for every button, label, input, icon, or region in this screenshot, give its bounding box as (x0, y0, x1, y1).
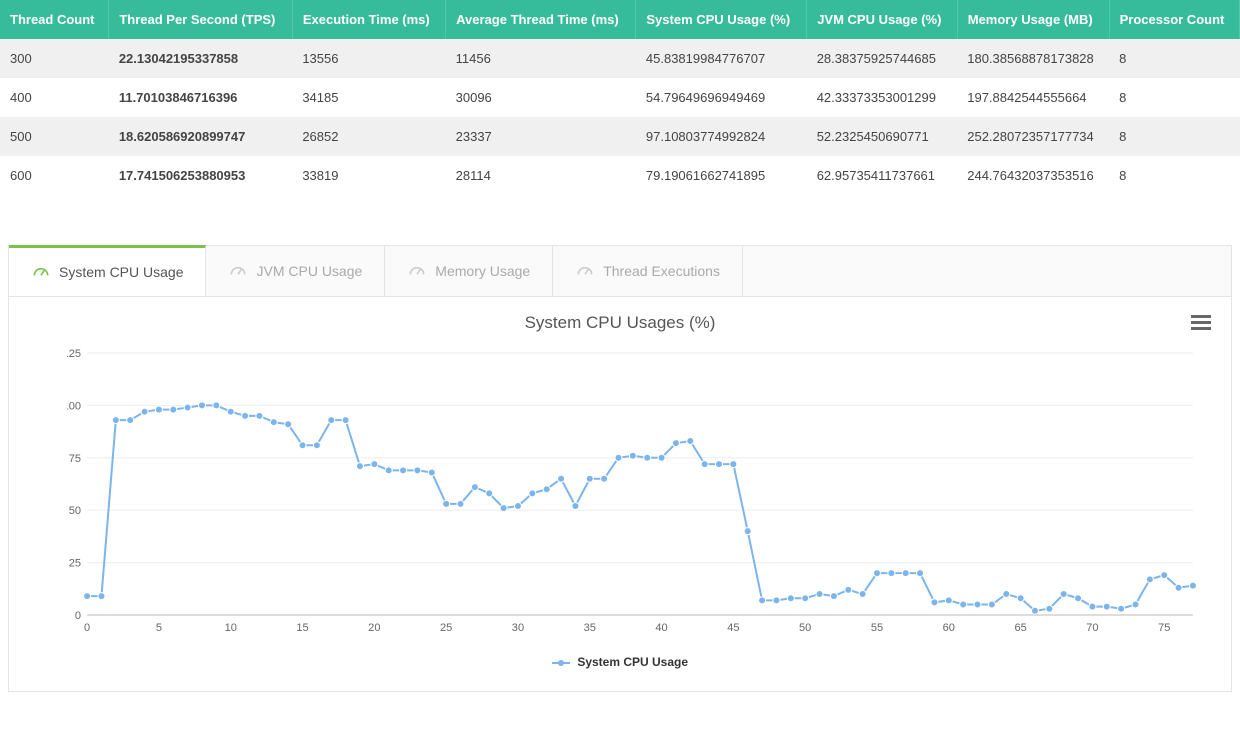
memory-cell: 244.76432037353516 (957, 156, 1109, 195)
sys-cpu-cell: 54.79649696949469 (636, 78, 807, 117)
tab-system-cpu-usage[interactable]: System CPU Usage (9, 245, 206, 296)
proc-count-cell: 8 (1109, 78, 1239, 117)
svg-text:30: 30 (512, 622, 524, 634)
memory-cell: 180.38568878173828 (957, 39, 1109, 78)
table-row: 60017.741506253880953338192811479.190616… (0, 156, 1240, 195)
performance-table: Thread CountThread Per Second (TPS)Execu… (0, 0, 1240, 195)
jvm-cpu-cell: 42.33373353001299 (807, 78, 958, 117)
legend-swatch (552, 662, 570, 664)
tab-memory-usage[interactable]: Memory Usage (385, 246, 553, 296)
svg-text:0: 0 (84, 622, 90, 634)
thread-count-link[interactable]: 300 (0, 39, 109, 78)
svg-text:10: 10 (225, 622, 237, 634)
sys-cpu-cell: 97.10803774992824 (636, 117, 807, 156)
table-row: 50018.620586920899747268522333797.108037… (0, 117, 1240, 156)
avg-time-cell: 23337 (446, 117, 636, 156)
thread-count-link[interactable]: 600 (0, 156, 109, 195)
proc-count-cell: 8 (1109, 39, 1239, 78)
legend-label: System CPU Usage (577, 655, 688, 669)
proc-count-cell: 8 (1109, 117, 1239, 156)
table-body: 30022.13042195337858135561145645.8381998… (0, 39, 1240, 195)
jvm-cpu-cell: 28.38375925744685 (807, 39, 958, 78)
gauge-icon (575, 261, 595, 281)
column-header[interactable]: Memory Usage (MB) (957, 0, 1109, 39)
jvm-cpu-cell: 62.95735411737661 (807, 156, 958, 195)
sys-cpu-cell: 79.19061662741895 (636, 156, 807, 195)
gauge-icon (228, 261, 248, 281)
svg-text:60: 60 (943, 622, 955, 634)
svg-text:25: 25 (440, 622, 452, 634)
avg-time-cell: 30096 (446, 78, 636, 117)
column-header[interactable]: Thread Per Second (TPS) (109, 0, 293, 39)
column-header[interactable]: Processor Count (1109, 0, 1239, 39)
svg-text:100: 100 (67, 400, 81, 412)
table-row: 40011.70103846716396341853009654.7964969… (0, 78, 1240, 117)
avg-time-cell: 28114 (446, 156, 636, 195)
exec-time-cell: 13556 (292, 39, 445, 78)
sys-cpu-cell: 45.83819984776707 (636, 39, 807, 78)
chart-menu-icon[interactable] (1191, 315, 1211, 331)
chart-plot: 0 25 50 75 100 125 0 5 10 15 20 25 30 35 40 45 50 55 60 65 7… (67, 343, 1203, 643)
chart-area: System CPU Usages (%) 0 25 50 75 100 125 0 5 10 1… (9, 297, 1231, 691)
tab-thread-executions[interactable]: Thread Executions (553, 246, 743, 296)
proc-count-cell: 8 (1109, 156, 1239, 195)
thread-count-link[interactable]: 400 (0, 78, 109, 117)
tps-cell: 22.13042195337858 (109, 39, 293, 78)
tps-cell: 18.620586920899747 (109, 117, 293, 156)
chart-panel: System CPU Usage JVM CPU Usage Memory Usag… (8, 245, 1232, 692)
tab-label: System CPU Usage (59, 264, 183, 280)
exec-time-cell: 34185 (292, 78, 445, 117)
chart-legend: System CPU Usage (27, 655, 1213, 669)
svg-text:65: 65 (1014, 622, 1026, 634)
column-header[interactable]: Execution Time (ms) (292, 0, 445, 39)
svg-text:25: 25 (69, 558, 81, 570)
tab-label: JVM CPU Usage (256, 263, 362, 279)
table-row: 30022.13042195337858135561145645.8381998… (0, 39, 1240, 78)
svg-text:75: 75 (69, 453, 81, 465)
jvm-cpu-cell: 52.2325450690771 (807, 117, 958, 156)
svg-text:45: 45 (727, 622, 739, 634)
column-header[interactable]: System CPU Usage (%) (636, 0, 807, 39)
avg-time-cell: 11456 (446, 39, 636, 78)
chart-title: System CPU Usages (%) (27, 313, 1213, 333)
exec-time-cell: 33819 (292, 156, 445, 195)
column-header[interactable]: JVM CPU Usage (%) (807, 0, 958, 39)
svg-text:40: 40 (655, 622, 667, 634)
exec-time-cell: 26852 (292, 117, 445, 156)
svg-text:35: 35 (584, 622, 596, 634)
memory-cell: 197.8842544555664 (957, 78, 1109, 117)
gauge-icon (31, 262, 51, 282)
svg-text:50: 50 (69, 505, 81, 517)
thread-count-link[interactable]: 500 (0, 117, 109, 156)
tab-bar: System CPU Usage JVM CPU Usage Memory Usag… (9, 246, 1231, 297)
svg-text:70: 70 (1086, 622, 1098, 634)
tab-jvm-cpu-usage[interactable]: JVM CPU Usage (206, 246, 385, 296)
tab-label: Memory Usage (435, 263, 530, 279)
svg-text:55: 55 (871, 622, 883, 634)
memory-cell: 252.28072357177734 (957, 117, 1109, 156)
tab-label: Thread Executions (603, 263, 720, 279)
svg-text:0: 0 (75, 610, 81, 622)
svg-text:75: 75 (1158, 622, 1170, 634)
svg-text:5: 5 (156, 622, 162, 634)
table-header: Thread CountThread Per Second (TPS)Execu… (0, 0, 1240, 39)
svg-text:125: 125 (67, 348, 81, 360)
tps-cell: 11.70103846716396 (109, 78, 293, 117)
svg-text:50: 50 (799, 622, 811, 634)
svg-text:15: 15 (296, 622, 308, 634)
tps-cell: 17.741506253880953 (109, 156, 293, 195)
gauge-icon (407, 261, 427, 281)
column-header[interactable]: Average Thread Time (ms) (446, 0, 636, 39)
svg-text:20: 20 (368, 622, 380, 634)
column-header[interactable]: Thread Count (0, 0, 109, 39)
